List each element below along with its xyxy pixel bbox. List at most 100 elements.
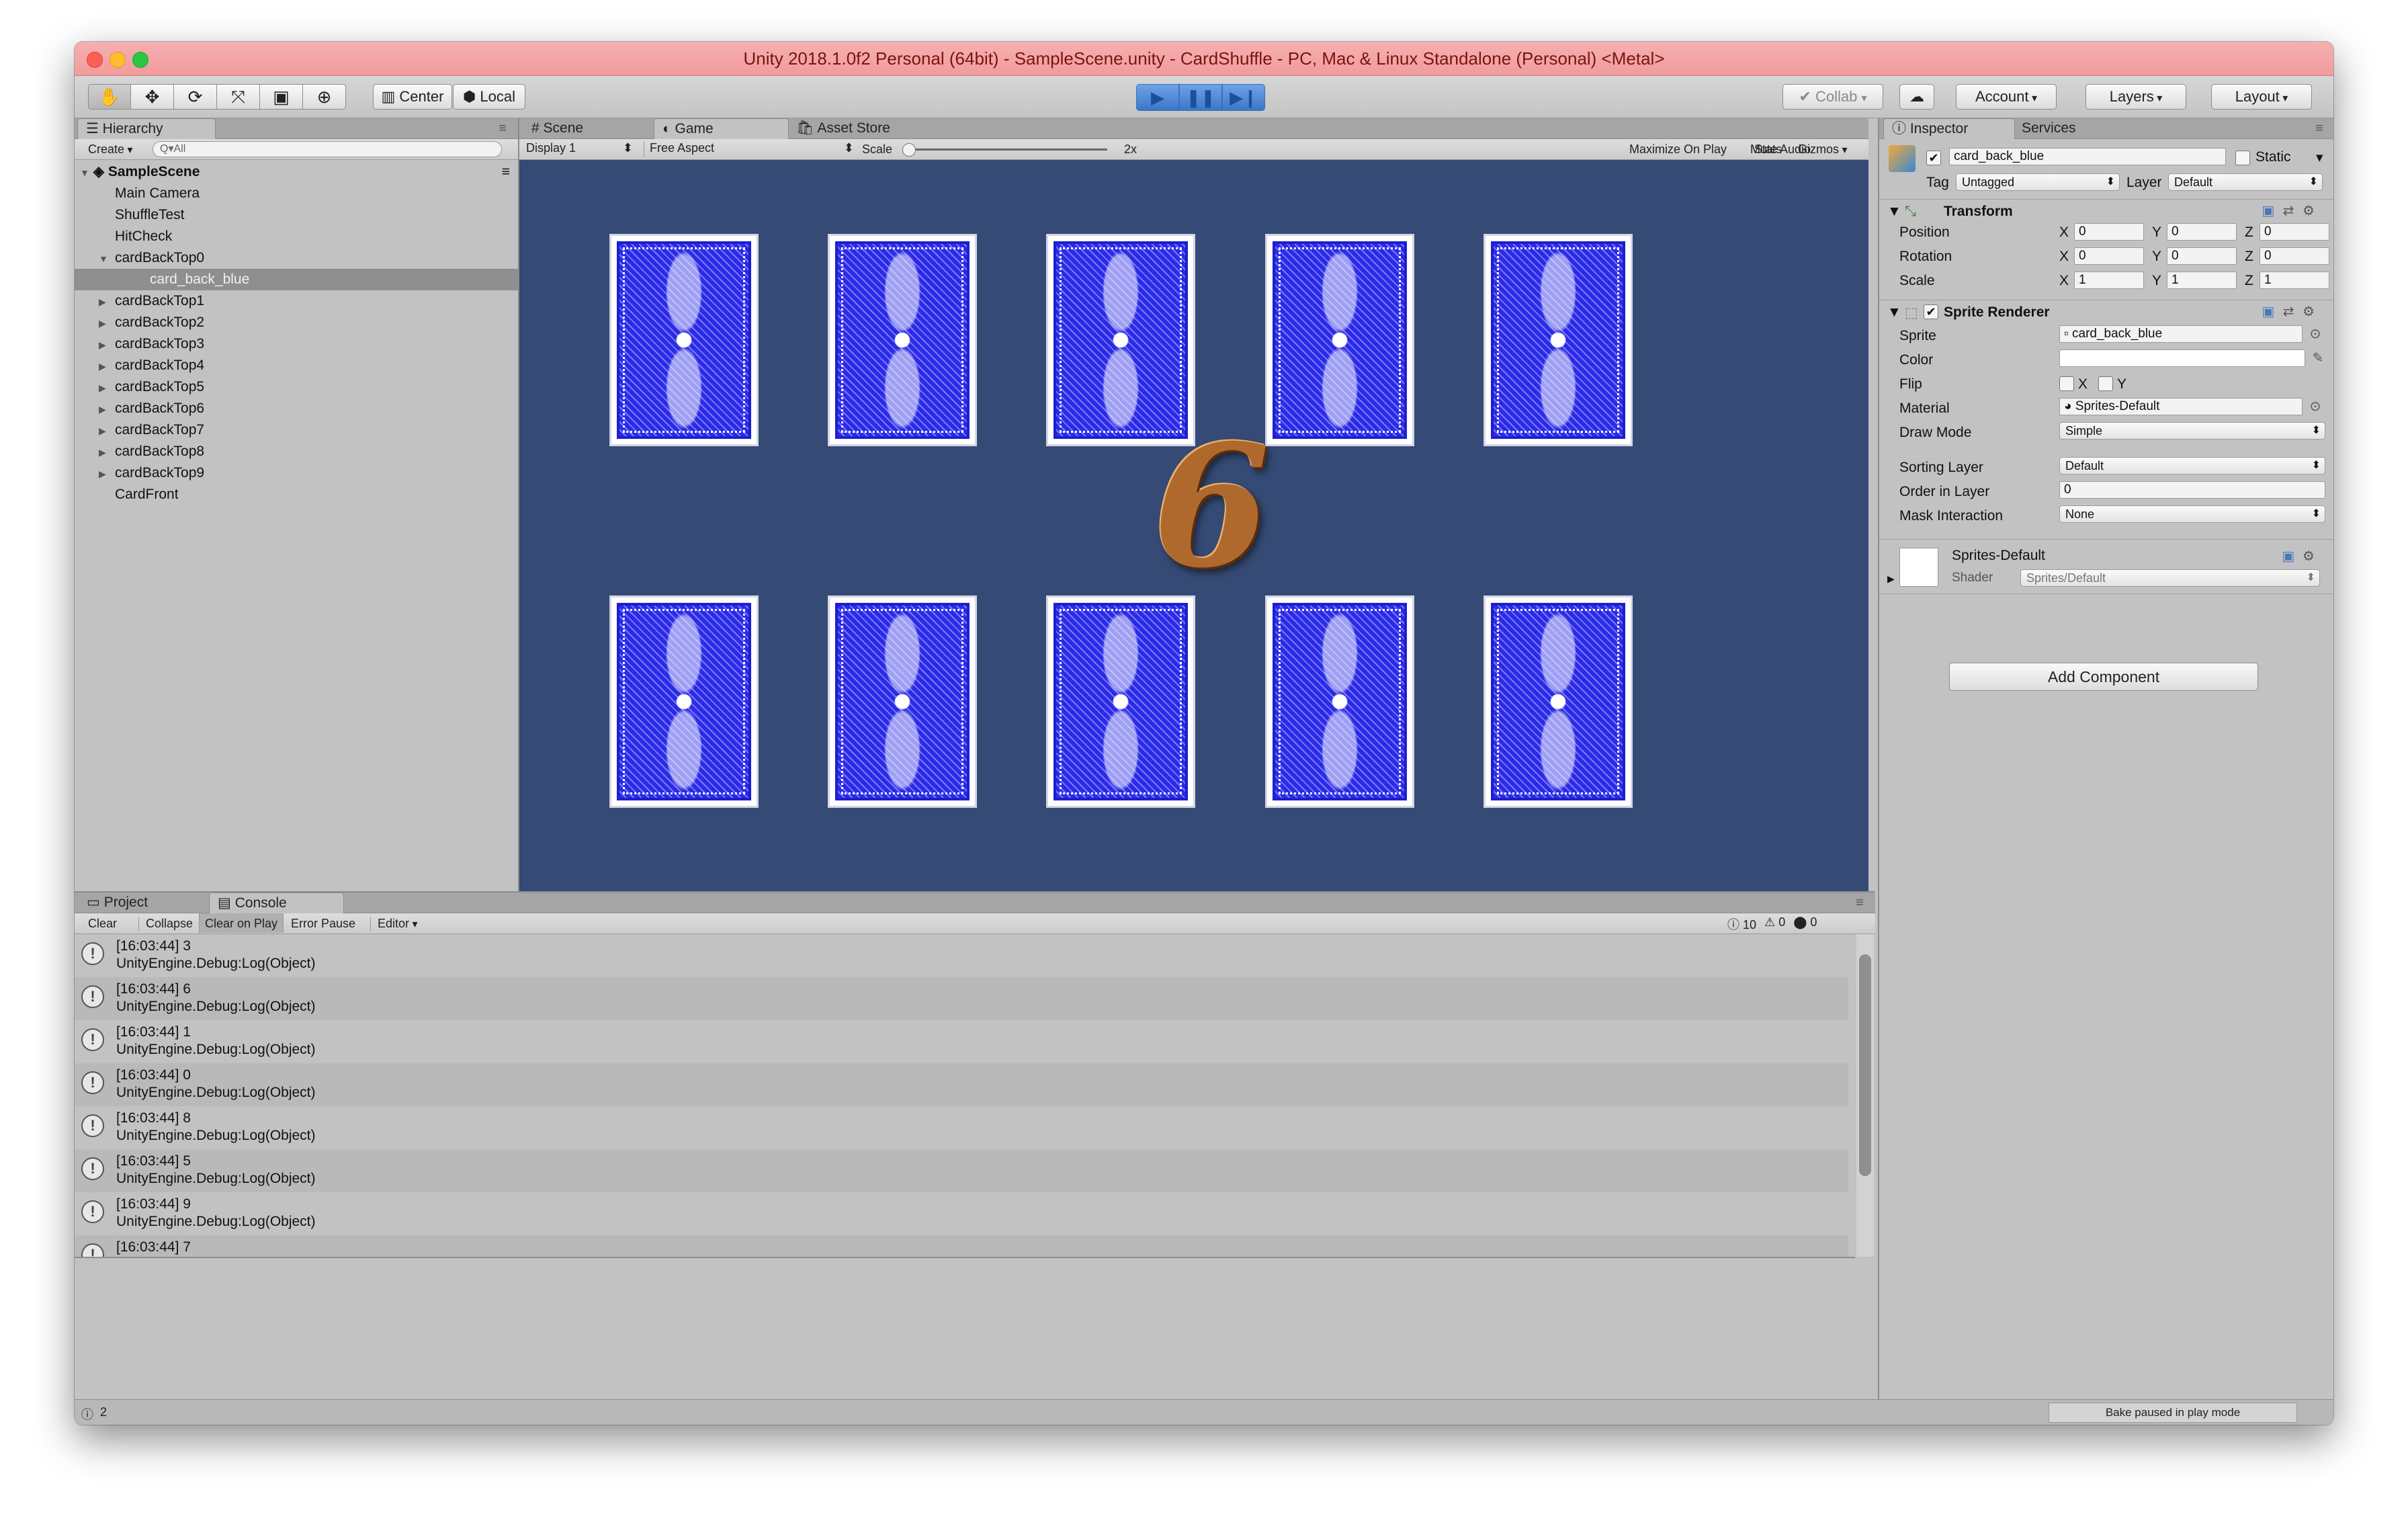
hierarchy-item[interactable]: ▶ cardBackTop4 <box>75 355 518 376</box>
tab-scene[interactable]: # Scene <box>523 118 591 138</box>
axis-x-label[interactable]: X <box>2059 224 2069 241</box>
console-scrollbar[interactable] <box>1856 934 1874 1257</box>
fold-closed-icon[interactable]: ▶ <box>99 291 108 313</box>
fold-closed-icon[interactable]: ▶ <box>99 399 108 420</box>
fold-closed-icon[interactable]: ▶ <box>99 420 108 442</box>
tab-asset-store[interactable]: 🛍 Asset Store <box>788 118 898 138</box>
hierarchy-item[interactable]: ▶ cardBackTop7 <box>75 419 518 441</box>
card-back[interactable] <box>1046 595 1195 808</box>
console-log-entry[interactable]: ! [16:03:44] 3 UnityEngine.Debug:Log(Objec… <box>75 934 1848 977</box>
console-log-entry[interactable]: ! [16:03:44] 5 UnityEngine.Debug:Log(Objec… <box>75 1149 1848 1192</box>
fold-closed-icon[interactable]: ▶ <box>99 313 108 334</box>
scale-tool-icon[interactable]: ⤧ <box>217 84 260 110</box>
axis-x-label[interactable]: X <box>2059 273 2069 289</box>
hierarchy-item[interactable]: ▶ cardBackTop2 <box>75 312 518 333</box>
axis-y-label[interactable]: Y <box>2152 249 2161 265</box>
transform-scale-x-field[interactable]: 1 <box>2074 272 2144 289</box>
fold-closed-icon[interactable]: ▶ <box>99 463 108 485</box>
transform-scale-y-field[interactable]: 1 <box>2167 272 2237 289</box>
tab-game[interactable]: ◐ Game <box>654 118 789 139</box>
hierarchy-item[interactable]: ShuffleTest <box>75 204 518 226</box>
hand-tool-icon[interactable]: ✋ <box>88 84 131 110</box>
account-dropdown[interactable]: Account <box>1956 84 2057 110</box>
fold-closed-icon[interactable]: ▶ <box>99 356 108 377</box>
fold-closed-icon[interactable]: ▶ <box>1887 573 1895 585</box>
log-count-toggle[interactable]: ⓘ 10 <box>1727 915 1756 932</box>
console-clear-button[interactable]: Clear <box>88 917 117 931</box>
hierarchy-item[interactable]: ▶ cardBackTop5 <box>75 376 518 398</box>
object-name-field[interactable]: card_back_blue <box>1949 148 2226 165</box>
tag-dropdown[interactable]: Untagged <box>1956 173 2120 191</box>
pivot-local-button[interactable]: ⬢ Local <box>453 84 525 110</box>
collab-button[interactable]: ✔ Collab <box>1782 84 1883 110</box>
sprite-renderer-enabled-checkbox[interactable]: ✔ <box>1924 304 1938 319</box>
add-component-button[interactable]: Add Component <box>1949 663 2258 691</box>
scale-slider-track[interactable] <box>906 149 1107 151</box>
sorting-layer-dropdown[interactable]: Default <box>2059 457 2325 474</box>
console-menu-icon[interactable]: ≡ <box>1851 894 1868 911</box>
transform-position-x-field[interactable]: 0 <box>2074 223 2144 241</box>
hierarchy-item[interactable]: ▶ cardBackTop6 <box>75 398 518 419</box>
console-log-entry[interactable]: ! [16:03:44] 6 UnityEngine.Debug:Log(Objec… <box>75 977 1848 1020</box>
axis-z-label[interactable]: Z <box>2245 249 2253 265</box>
gear-icon[interactable]: ⚙ <box>2300 202 2317 220</box>
flip-x-checkbox[interactable] <box>2059 376 2074 391</box>
aspect-dropdown[interactable]: Free Aspect ⬍ <box>644 141 858 157</box>
card-back[interactable] <box>609 595 759 808</box>
help-icon[interactable]: ▣ <box>2260 303 2277 321</box>
mask-interaction-dropdown[interactable]: None <box>2059 505 2325 523</box>
scene-root[interactable]: ▼ ◈ SampleScene ≡ <box>75 161 518 183</box>
hierarchy-item[interactable]: Main Camera <box>75 183 518 204</box>
step-icon[interactable]: ▶❙ <box>1222 84 1265 111</box>
static-dropdown-icon[interactable]: ▾ <box>2316 149 2323 166</box>
axis-y-label[interactable]: Y <box>2152 273 2161 289</box>
layers-dropdown[interactable]: Layers <box>2086 84 2186 110</box>
hierarchy-item[interactable]: ▶ cardBackTop9 <box>75 462 518 484</box>
active-checkbox[interactable]: ✔ <box>1926 151 1941 165</box>
preset-icon[interactable]: ⇄ <box>2280 303 2297 321</box>
material-field[interactable]: ◕ Sprites-Default <box>2059 398 2303 415</box>
scale-slider-handle[interactable] <box>902 143 916 157</box>
axis-z-label[interactable]: Z <box>2245 273 2253 289</box>
preset-icon[interactable]: ⇄ <box>2280 202 2297 220</box>
axis-z-label[interactable]: Z <box>2245 224 2253 241</box>
transform-position-z-field[interactable]: 0 <box>2260 223 2329 241</box>
gizmos-dropdown[interactable]: Gizmos <box>1798 142 1848 157</box>
shader-dropdown[interactable]: Sprites/Default <box>2020 569 2320 587</box>
console-log-entry[interactable]: ! [16:03:44] 9 UnityEngine.Debug:Log(Objec… <box>75 1192 1848 1235</box>
axis-x-label[interactable]: X <box>2059 249 2069 265</box>
color-swatch[interactable] <box>2059 349 2305 367</box>
console-log-entry[interactable]: ! [16:03:44] 7 <box>75 1235 1848 1257</box>
move-tool-icon[interactable]: ✥ <box>131 84 174 110</box>
console-log-entry[interactable]: ! [16:03:44] 1 UnityEngine.Debug:Log(Objec… <box>75 1020 1848 1063</box>
hierarchy-item[interactable]: ▶ cardBackTop8 <box>75 441 518 462</box>
help-icon[interactable]: ▣ <box>2280 548 2297 565</box>
tab-console[interactable]: ▤ Console <box>209 893 344 913</box>
flip-y-checkbox[interactable] <box>2098 376 2113 391</box>
draw-mode-dropdown[interactable]: Simple <box>2059 422 2325 440</box>
card-back[interactable] <box>609 234 759 446</box>
console-error-pause-button[interactable]: Error Pause <box>291 917 355 931</box>
warning-count-toggle[interactable]: ⚠ 0 <box>1764 915 1785 932</box>
card-back[interactable] <box>1484 595 1633 808</box>
tab-services[interactable]: Services <box>2014 118 2084 138</box>
help-icon[interactable]: ▣ <box>2260 202 2277 220</box>
console-scrollbar-thumb[interactable] <box>1859 954 1871 1176</box>
error-count-toggle[interactable]: ⬤ 0 <box>1793 915 1817 932</box>
cloud-icon[interactable]: ☁ <box>1899 84 1934 110</box>
hierarchy-item[interactable]: ▶ cardBackTop3 <box>75 333 518 355</box>
gear-icon[interactable]: ⚙ <box>2300 303 2317 321</box>
hierarchy-item[interactable]: ▼ cardBackTop0 <box>75 247 518 269</box>
eyedropper-icon[interactable]: ✎ <box>2309 349 2327 367</box>
fold-closed-icon[interactable]: ▶ <box>99 442 108 463</box>
object-picker-icon[interactable]: ⊙ <box>2307 398 2324 415</box>
pause-icon[interactable]: ❚❚ <box>1179 84 1222 111</box>
fold-closed-icon[interactable]: ▶ <box>99 377 108 399</box>
console-collapse-button[interactable]: Collapse <box>138 917 193 931</box>
transform-rotation-z-field[interactable]: 0 <box>2260 247 2329 265</box>
hierarchy-item[interactable]: HitCheck <box>75 226 518 247</box>
layer-dropdown[interactable]: Default <box>2168 173 2323 191</box>
order-in-layer-field[interactable]: 0 <box>2059 481 2325 499</box>
display-dropdown[interactable]: Display 1 ⬍ <box>526 141 637 157</box>
tab-project[interactable]: ▭ Project <box>79 893 209 913</box>
